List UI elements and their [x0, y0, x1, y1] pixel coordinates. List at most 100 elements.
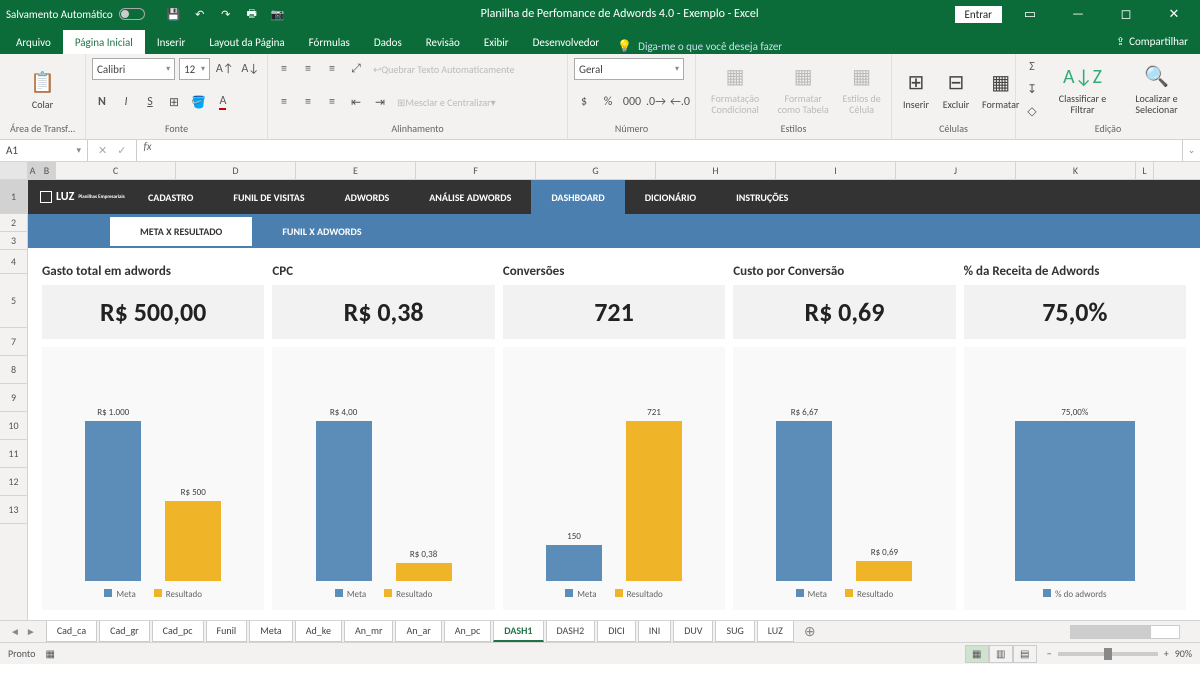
decrease-decimal-icon[interactable]: ←.0 [670, 92, 690, 112]
conditional-format-button[interactable]: ▦Formatação Condicional [702, 56, 768, 122]
sheet-tab-DASH2[interactable]: DASH2 [546, 621, 596, 642]
currency-icon[interactable]: $ [574, 92, 594, 112]
chevron-down-icon[interactable]: ▾ [76, 145, 81, 156]
row-header-2[interactable]: 2 [0, 214, 27, 232]
close-icon[interactable]: ✕ [1154, 0, 1194, 28]
sort-filter-button[interactable]: A↓ZClassificar e Filtrar [1050, 56, 1115, 122]
wrap-text-button[interactable]: ↩ Quebrar Texto Automaticamente [370, 59, 517, 79]
column-header-J[interactable]: J [896, 162, 1016, 179]
comma-icon[interactable]: 000 [622, 92, 642, 112]
tab-data[interactable]: Dados [362, 30, 414, 54]
font-color-icon[interactable]: A [213, 92, 233, 112]
subnav-meta-x-resultado[interactable]: META X RESULTADO [110, 217, 252, 246]
autosum-icon[interactable]: Σ [1022, 57, 1042, 77]
sheet-tab-Ad_ke[interactable]: Ad_ke [295, 621, 342, 642]
sheet-tab-DUV[interactable]: DUV [673, 621, 713, 642]
enter-formula-icon[interactable]: ✓ [117, 144, 126, 157]
switch-off-icon[interactable] [119, 8, 145, 20]
maximize-icon[interactable]: ◻ [1106, 0, 1146, 28]
sheet-tab-INI[interactable]: INI [638, 621, 672, 642]
sheet-nav-next-icon[interactable]: ► [26, 625, 36, 638]
tab-view[interactable]: Exibir [472, 30, 521, 54]
row-header-3[interactable]: 3 [0, 232, 27, 250]
decrease-indent-icon[interactable]: ⇤ [346, 92, 366, 112]
font-name-select[interactable]: Calibri▾ [92, 58, 175, 80]
formula-input[interactable] [158, 140, 1182, 161]
fill-icon[interactable]: ↧ [1022, 79, 1042, 99]
row-header-12[interactable]: 12 [0, 468, 27, 496]
sheet-tab-An_ar[interactable]: An_ar [395, 621, 441, 642]
column-header-B[interactable]: B [38, 162, 56, 179]
row-header-7[interactable]: 7 [0, 328, 27, 356]
sheet-tab-Cad_pc[interactable]: Cad_pc [152, 621, 204, 642]
nav-cadastro[interactable]: CADASTRO [128, 180, 213, 214]
tab-formulas[interactable]: Fórmulas [297, 30, 362, 54]
fx-icon[interactable]: fx [137, 140, 157, 161]
ribbon-display-icon[interactable]: ▭ [1010, 0, 1050, 28]
column-header-E[interactable]: E [296, 162, 416, 179]
autosave-toggle[interactable]: Salvamento Automático [6, 8, 145, 21]
align-center-icon[interactable]: ≡ [298, 92, 318, 112]
nav-adwords[interactable]: ADWORDS [325, 180, 410, 214]
column-header-G[interactable]: G [536, 162, 656, 179]
align-right-icon[interactable]: ≡ [322, 92, 342, 112]
align-left-icon[interactable]: ≡ [274, 92, 294, 112]
view-pagebreak-icon[interactable]: ▤ [1013, 645, 1037, 663]
sheet-tab-Cad_gr[interactable]: Cad_gr [99, 621, 150, 642]
column-header-A[interactable]: A [28, 162, 38, 179]
font-size-select[interactable]: 12▾ [179, 58, 210, 80]
share-button[interactable]: ⇪ Compartilhar [1104, 29, 1200, 54]
number-format-select[interactable]: Geral▾ [574, 58, 684, 80]
row-header-4[interactable]: 4 [0, 250, 27, 274]
sheet-tab-Funil[interactable]: Funil [206, 621, 248, 642]
row-header-13[interactable]: 13 [0, 496, 27, 524]
signin-button[interactable]: Entrar [955, 6, 1002, 23]
print-icon[interactable]: 🖶 [245, 7, 259, 21]
decrease-font-icon[interactable]: A↓ [240, 59, 262, 79]
sheet-tab-DICI[interactable]: DICI [597, 621, 636, 642]
borders-icon[interactable]: ⊞ [164, 92, 184, 112]
sheet-tab-SUG[interactable]: SUG [715, 621, 754, 642]
column-header-C[interactable]: C [56, 162, 176, 179]
subnav-funil-x-adwords[interactable]: FUNIL X ADWORDS [252, 217, 391, 246]
cell-styles-button[interactable]: ▦Estilos de Célula [838, 56, 885, 122]
tab-insert[interactable]: Inserir [145, 30, 198, 54]
delete-cells-button[interactable]: ⊟Excluir [938, 56, 974, 122]
italic-button[interactable]: I [116, 92, 136, 112]
tab-layout[interactable]: Layout da Página [197, 30, 296, 54]
tab-review[interactable]: Revisão [414, 30, 472, 54]
fill-color-icon[interactable]: 🪣 [188, 92, 209, 112]
row-header-10[interactable]: 10 [0, 412, 27, 440]
increase-decimal-icon[interactable]: .0→ [646, 92, 666, 112]
format-table-button[interactable]: ▦Formatar como Tabela [772, 56, 834, 122]
row-header-8[interactable]: 8 [0, 356, 27, 384]
undo-icon[interactable]: ↶ [193, 7, 207, 21]
column-header-F[interactable]: F [416, 162, 536, 179]
tellme-search[interactable]: 💡 Diga-me o que você deseja fazer [617, 39, 782, 54]
column-header-D[interactable]: D [176, 162, 296, 179]
scrollbar-thumb[interactable] [1071, 626, 1151, 638]
expand-formula-icon[interactable]: ⌄ [1182, 140, 1200, 161]
zoom-in-icon[interactable]: + [1164, 647, 1169, 660]
row-header-5[interactable]: 5 [0, 274, 27, 328]
increase-font-icon[interactable]: A↑ [214, 59, 236, 79]
increase-indent-icon[interactable]: ⇥ [370, 92, 390, 112]
insert-cells-button[interactable]: ⊞Inserir [898, 56, 934, 122]
tab-developer[interactable]: Desenvolvedor [521, 30, 612, 54]
column-header-I[interactable]: I [776, 162, 896, 179]
nav-dicionário[interactable]: DICIONÁRIO [625, 180, 716, 214]
orientation-icon[interactable]: ⤢ [346, 59, 366, 79]
row-header-9[interactable]: 9 [0, 384, 27, 412]
tab-home[interactable]: Página Inicial [63, 30, 145, 54]
sheet-tab-Cad_ca[interactable]: Cad_ca [46, 621, 97, 642]
row-header-1[interactable]: 1 [0, 180, 27, 214]
column-header-L[interactable]: L [1136, 162, 1154, 179]
nav-instruções[interactable]: INSTRUÇÕES [716, 180, 808, 214]
cancel-formula-icon[interactable]: ✕ [98, 144, 107, 157]
redo-icon[interactable]: ↷ [219, 7, 233, 21]
align-top-icon[interactable]: ≡ [274, 59, 294, 79]
sheet-nav-prev-icon[interactable]: ◄ [10, 625, 20, 638]
add-sheet-icon[interactable]: ⊕ [796, 623, 824, 640]
nav-análise-adwords[interactable]: ANÁLISE ADWORDS [409, 180, 531, 214]
view-normal-icon[interactable]: ▦ [965, 645, 989, 663]
